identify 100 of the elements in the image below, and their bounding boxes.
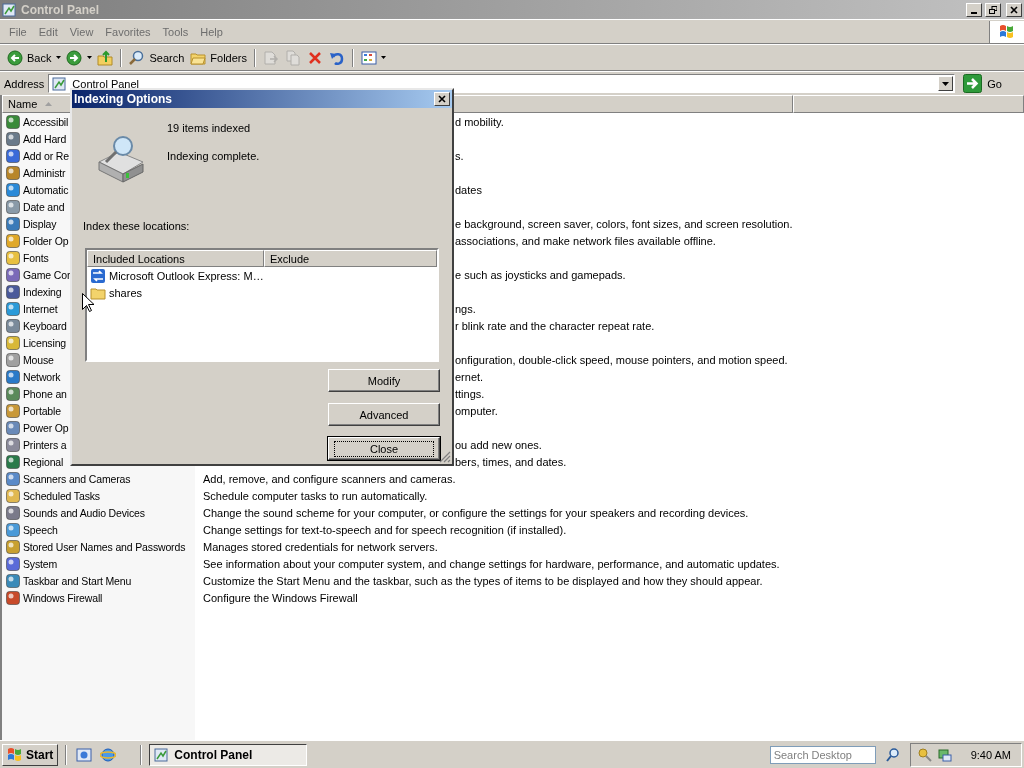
start-button[interactable]: Start (2, 743, 59, 766)
item-name[interactable]: Taskbar and Start Menu (23, 574, 132, 587)
item-description: Add, remove, and configure scanners and cameras. (203, 472, 456, 485)
item-name[interactable]: Sounds and Audio Devices (23, 506, 145, 519)
tray-icon[interactable] (936, 746, 953, 763)
search-icon (129, 49, 146, 66)
tile-icon (5, 470, 21, 487)
item-count: 19 items indexed (167, 122, 252, 134)
close-icon (1010, 5, 1018, 14)
item-name[interactable]: Printers a (23, 438, 67, 451)
item-description: Configure the Windows Firewall (203, 591, 358, 604)
item-name[interactable]: Date and (23, 200, 65, 213)
item-name[interactable]: Phone an (23, 387, 67, 400)
item-name[interactable]: Network (23, 370, 61, 383)
item-name[interactable]: System (23, 557, 58, 570)
caret-icon (942, 81, 950, 86)
item-description: ernet. (455, 370, 484, 383)
item-description: d mobility. (455, 115, 504, 128)
restore-button[interactable] (985, 2, 1001, 17)
quick-launch-button[interactable] (98, 746, 119, 763)
item-name[interactable]: Automatic (23, 183, 69, 196)
item-name[interactable]: Portable (23, 404, 61, 417)
tile-icon (5, 334, 21, 351)
menu-item[interactable]: Help (194, 25, 229, 38)
item-name[interactable]: Accessibil (23, 115, 69, 128)
tile-icon (5, 351, 21, 368)
search-button[interactable]: Search (126, 47, 188, 68)
mouse-pointer-icon (82, 293, 94, 312)
folders-button[interactable]: Folders (187, 47, 250, 68)
dropdown-button[interactable] (54, 53, 64, 62)
menu-item[interactable]: Edit (32, 25, 64, 38)
item-description: ttings. (455, 387, 485, 400)
resize-grip-icon[interactable] (439, 451, 451, 463)
caret-icon (56, 56, 62, 59)
search-icon (885, 747, 900, 762)
dropdown-button[interactable] (938, 76, 954, 91)
item-name[interactable]: Speech (23, 523, 58, 536)
tile-icon (5, 130, 21, 147)
item-name[interactable]: Regional (23, 455, 64, 468)
location-name[interactable]: shares (109, 286, 143, 299)
item-description: ou add new ones. (455, 438, 542, 451)
dialog-button[interactable]: Close (328, 437, 440, 460)
location-name[interactable]: Microsoft Outlook Express: M… (109, 269, 264, 282)
item-name[interactable]: Administr (23, 166, 66, 179)
close-icon (438, 95, 446, 103)
dialog-button[interactable]: Modify (328, 369, 440, 392)
column-header[interactable]: Included Locations (87, 250, 264, 267)
tile-icon (5, 436, 21, 453)
item-name[interactable]: Folder Op (23, 234, 69, 247)
item-name[interactable]: Indexing (23, 285, 62, 298)
item-name[interactable]: Windows Firewall (23, 591, 103, 604)
taskbar-button[interactable]: Control Panel (149, 743, 308, 766)
menu-item[interactable]: Tools (156, 25, 195, 38)
back-button[interactable]: Back (4, 47, 55, 68)
menu-item[interactable]: Favorites (99, 25, 157, 38)
tile-icon (5, 147, 21, 164)
item-name[interactable]: Internet (23, 302, 58, 315)
tile-icon (5, 402, 21, 419)
minimize-icon (971, 11, 977, 14)
locations-list[interactable]: Included Locations Exclude Microsoft Outlook Express: M… shares (85, 248, 439, 362)
tile-icon (5, 317, 21, 334)
item-description: Change the sound scheme for your computer, or configure the settings for your speakers and recording devices. (203, 506, 749, 519)
close-button[interactable] (1006, 2, 1022, 17)
folder-up-icon (97, 49, 114, 66)
column-header[interactable]: Exclude (264, 250, 437, 267)
item-name[interactable]: Game Cor (23, 268, 71, 281)
item-name[interactable]: Add Hard (23, 132, 67, 145)
menu-item[interactable]: View (63, 25, 100, 38)
item-name[interactable]: Power Op (23, 421, 69, 434)
item-name[interactable]: Scheduled Tasks (23, 489, 100, 502)
tile-icon (5, 181, 21, 198)
close-button[interactable] (434, 92, 450, 106)
control-panel-icon (52, 75, 69, 92)
search-field[interactable]: Search Desktop (769, 745, 876, 764)
tile-icon (5, 419, 21, 436)
tile-icon (5, 385, 21, 402)
item-description: bers, times, and dates. (455, 455, 567, 468)
item-name[interactable]: Mouse (23, 353, 54, 366)
item-name[interactable]: Add or Re (23, 149, 69, 162)
item-name[interactable]: Stored User Names and Passwords (23, 540, 186, 553)
item-name[interactable]: Display (23, 217, 57, 230)
grid-view-icon (361, 49, 377, 66)
item-description: r blink rate and the character repeat rate. (455, 319, 655, 332)
go-button[interactable]: Go (959, 74, 1022, 93)
item-name[interactable]: Licensing (23, 336, 66, 349)
document-arrow-icon (263, 49, 279, 66)
minimize-button[interactable] (966, 2, 982, 17)
item-name[interactable]: Keyboard (23, 319, 67, 332)
item-description: s. (455, 149, 464, 162)
tile-icon (5, 572, 21, 589)
item-name[interactable]: Scanners and Cameras (23, 472, 131, 485)
documents-icon (285, 49, 301, 66)
flag-icon (7, 746, 23, 763)
dialog-button[interactable]: Advanced (328, 403, 440, 426)
item-description: See information about your computer system, and change settings for hardware, performance, and automatic updates. (203, 557, 780, 570)
quick-launch-button[interactable] (74, 746, 95, 763)
column-header[interactable] (793, 95, 1024, 113)
tile-icon (5, 487, 21, 504)
item-name[interactable]: Fonts (23, 251, 49, 264)
dropdown-button[interactable] (85, 53, 95, 62)
